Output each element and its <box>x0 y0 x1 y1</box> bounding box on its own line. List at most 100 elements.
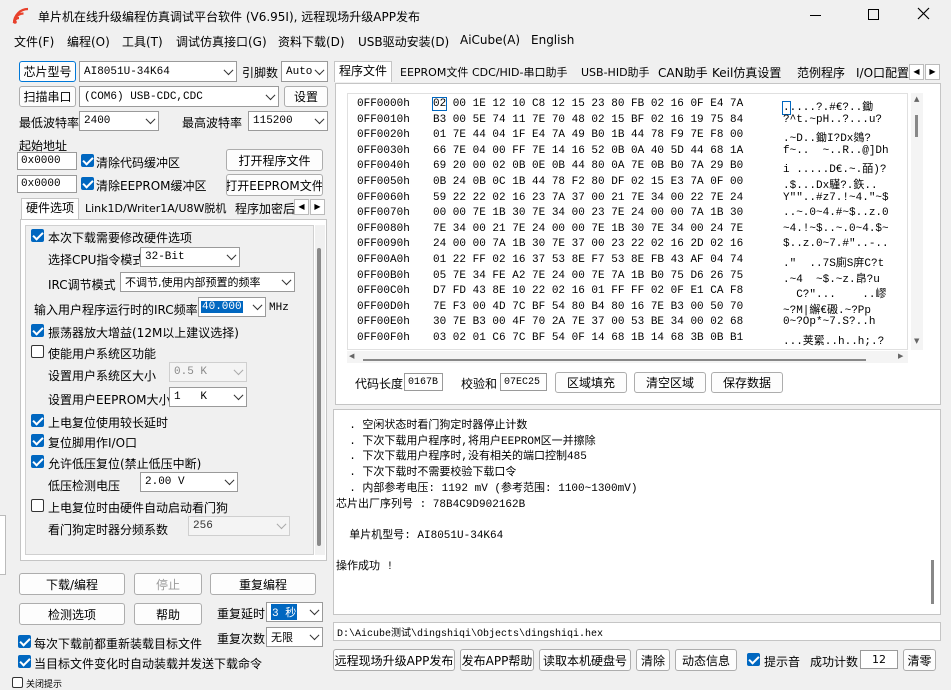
start-address-eeprom-input[interactable]: 0x0000 <box>17 175 77 193</box>
menu-aicube[interactable]: AiCube(A) <box>460 33 520 47</box>
irc-mode-select[interactable]: 不调节,使用内部预置的频率 <box>120 272 295 292</box>
log-panel[interactable]: . 空闲状态时看门狗定时器停止计数 . 下次下载用户程序时,将用户EEPROM区… <box>333 409 941 615</box>
hex-ascii[interactable]: i .....D€.~.皕)? <box>783 160 886 176</box>
hex-vertical-scrollbar[interactable]: ▲ ▼ <box>911 93 923 350</box>
modify-hardware-checkbox[interactable] <box>31 229 44 242</box>
hex-ascii[interactable]: C?"... ..嵺 <box>783 285 886 301</box>
low-voltage-select[interactable]: 2.00 V <box>140 472 238 492</box>
tab-cdc-serial[interactable]: CDC/HID-串口助手 <box>468 64 572 82</box>
scroll-left-icon[interactable]: ◀ <box>349 352 354 360</box>
menu-program[interactable]: 编程(O) <box>67 33 110 50</box>
max-baud-select[interactable]: 115200 <box>248 111 328 131</box>
offline-checkbox[interactable] <box>12 677 23 688</box>
hex-bytes[interactable]: 0B 24 0B 0C 1B 44 78 F2 80 DF 02 15 E3 7… <box>433 176 743 188</box>
tab-usb-hid[interactable]: USB-HID助手 <box>577 64 654 82</box>
hex-bytes[interactable]: 05 7E 34 FE A2 7E 24 00 7E 7A 1B B0 75 D… <box>433 270 743 282</box>
hex-bytes[interactable]: 30 7E B3 00 4F 70 2A 7E 37 00 53 BE 34 0… <box>433 316 743 328</box>
reset-io-checkbox[interactable] <box>31 434 44 447</box>
hex-bytes[interactable]: 03 02 01 C6 7C BF 54 0F 14 68 1B 14 68 3… <box>433 332 743 344</box>
tab-can[interactable]: CAN助手 <box>654 64 712 82</box>
scroll-up-icon[interactable]: ▲ <box>914 95 919 103</box>
hex-bytes[interactable]: D7 FD 43 8E 10 22 02 16 01 FF FF 02 0F E… <box>433 285 743 297</box>
repeat-delay-select[interactable]: 3 秒 <box>266 602 323 622</box>
hex-bytes[interactable]: 02 00 1E 12 10 C8 12 15 23 80 FB 02 16 0… <box>431 97 743 111</box>
hex-ascii[interactable]: ~4.!~$..~.0~4.$~ <box>783 223 889 235</box>
repeat-program-button[interactable]: 重复编程 <box>210 573 316 595</box>
publish-help-button[interactable]: 发布APP帮助 <box>460 649 534 671</box>
hex-ascii[interactable]: $..z.0~7.#"..-.. <box>783 238 889 250</box>
open-eeprom-file-button[interactable]: 打开EEPROM文件 <box>226 174 323 196</box>
system-area-size-select[interactable]: 0.5 K <box>169 362 247 382</box>
detect-options-button[interactable]: 检测选项 <box>19 603 125 625</box>
hex-ascii[interactable]: .~4 ~$.~z.皍?u <box>783 270 880 286</box>
chip-model-select[interactable]: AI8051U-34K64 <box>79 61 237 82</box>
reload-file-checkbox[interactable] <box>18 635 31 648</box>
beep-checkbox[interactable] <box>747 653 760 666</box>
hex-bytes[interactable]: 00 00 7E 1B 30 7E 34 00 23 7E 24 00 00 7… <box>433 207 743 219</box>
scroll-thumb[interactable] <box>915 115 918 137</box>
hex-bytes[interactable]: 69 20 00 02 0B 0E 0B 44 80 0A 7E 0B B0 7… <box>433 160 743 172</box>
hex-ascii[interactable]: 0~?Op*~7.S?..h <box>783 316 875 328</box>
min-baud-select[interactable]: 2400 <box>79 111 159 131</box>
long-delay-checkbox[interactable] <box>31 414 44 427</box>
hex-cursor[interactable]: 02 <box>431 97 448 111</box>
hex-ascii[interactable]: ..~.0~4.#~$..z.0 <box>783 207 889 219</box>
port-select[interactable]: (COM6) USB-CDC,CDC <box>79 86 279 107</box>
hex-bytes[interactable]: 7E F3 00 4D 7C BF 54 80 B4 80 16 7E B3 0… <box>433 301 743 313</box>
menu-english[interactable]: English <box>531 33 574 47</box>
tab-scroll-right-icon[interactable]: ▶ <box>925 64 940 80</box>
hex-ascii[interactable]: ." ..7S廁S庰C?t <box>783 254 884 270</box>
tab-hardware-options[interactable]: 硬件选项 <box>21 198 80 219</box>
log-scroll-thumb[interactable] <box>931 560 934 604</box>
open-program-file-button[interactable]: 打开程序文件 <box>226 149 323 171</box>
hex-ascii[interactable]: ?^t.~pH..?...u? <box>783 114 882 126</box>
hex-ascii[interactable]: .....?.#€?..鋤 <box>782 98 873 115</box>
auto-send-checkbox[interactable] <box>18 655 31 668</box>
hex-ascii[interactable]: ...荚綤..h..h;.? <box>783 332 884 348</box>
menu-usb-driver[interactable]: USB驱动安装(D) <box>358 33 449 50</box>
chip-model-button[interactable]: 芯片型号 <box>19 61 76 82</box>
user-system-area-checkbox[interactable] <box>31 345 44 358</box>
animation-button[interactable]: 动态信息 <box>675 649 737 671</box>
close-icon[interactable] <box>916 6 932 22</box>
osc-gain-checkbox[interactable] <box>31 324 44 337</box>
save-data-button[interactable]: 保存数据 <box>711 372 783 393</box>
menu-download[interactable]: 资料下载(D) <box>278 33 345 50</box>
hex-ascii[interactable]: .~D..鋤I?Dx鵕? <box>783 129 871 145</box>
watchdog-hw-checkbox[interactable] <box>31 499 44 512</box>
watchdog-divider-select[interactable]: 256 <box>188 516 290 536</box>
hex-bytes[interactable]: 01 7E 44 04 1F E4 7A 49 B0 1B 44 78 F9 7… <box>433 129 743 141</box>
clear-eeprom-buffer-checkbox[interactable] <box>81 177 94 190</box>
hex-bytes[interactable]: 01 22 FF 02 16 37 53 8E F7 53 8E FB 43 A… <box>433 254 743 266</box>
low-voltage-reset-checkbox[interactable] <box>31 455 44 468</box>
maximize-icon[interactable] <box>868 9 879 20</box>
tab-io-config[interactable]: I/O口配置 <box>852 64 909 82</box>
tab-keil[interactable]: Keil仿真设置 <box>708 64 785 82</box>
ascii-cursor[interactable]: . <box>782 101 791 115</box>
menu-tools[interactable]: 工具(T) <box>122 33 163 50</box>
stop-button[interactable]: 停止 <box>134 573 202 595</box>
download-program-button[interactable]: 下载/编程 <box>19 573 125 595</box>
hex-ascii[interactable]: .$...Dx騹?.鉃.. <box>783 176 878 192</box>
menu-file[interactable]: 文件(F) <box>14 33 54 50</box>
repeat-count-select[interactable]: 无限 <box>266 627 323 647</box>
hex-ascii[interactable]: Y""..#z7.!~4."~$ <box>783 192 889 204</box>
scroll-down-icon[interactable]: ▼ <box>914 337 919 345</box>
hex-ascii[interactable]: ~?M|繲€磤.~?Pp <box>783 301 871 317</box>
fill-area-button[interactable]: 区域填充 <box>555 372 627 393</box>
scan-port-button[interactable]: 扫描串口 <box>19 86 76 107</box>
start-address-code-input[interactable]: 0x0000 <box>17 152 77 170</box>
pins-select[interactable]: Auto <box>281 61 328 82</box>
hex-view[interactable]: 0FF0000h 02 00 1E 12 10 C8 12 15 23 80 FB… <box>347 93 908 350</box>
publish-app-button[interactable]: 远程现场升级APP发布 <box>333 649 455 671</box>
hex-bytes[interactable]: B3 00 5E 74 11 7E 70 48 02 15 BF 02 16 1… <box>433 114 743 126</box>
hex-bytes[interactable]: 66 7E 04 00 FF 7E 14 16 52 0B 0A 40 5D 4… <box>433 145 743 157</box>
tab-scroll-left-icon[interactable]: ◀ <box>294 199 309 215</box>
hex-bytes[interactable]: 24 00 00 7A 1B 30 7E 37 00 23 22 02 16 2… <box>433 238 743 250</box>
minimize-icon[interactable] <box>810 15 821 16</box>
scroll-right-icon[interactable]: ▶ <box>898 352 903 360</box>
cpu-mode-select[interactable]: 32-Bit <box>140 247 240 267</box>
hscroll-thumb[interactable] <box>363 359 866 361</box>
clear-code-buffer-checkbox[interactable] <box>81 154 94 167</box>
hex-bytes[interactable]: 7E 34 00 21 7E 24 00 00 7E 1B 30 7E 34 0… <box>433 223 743 235</box>
